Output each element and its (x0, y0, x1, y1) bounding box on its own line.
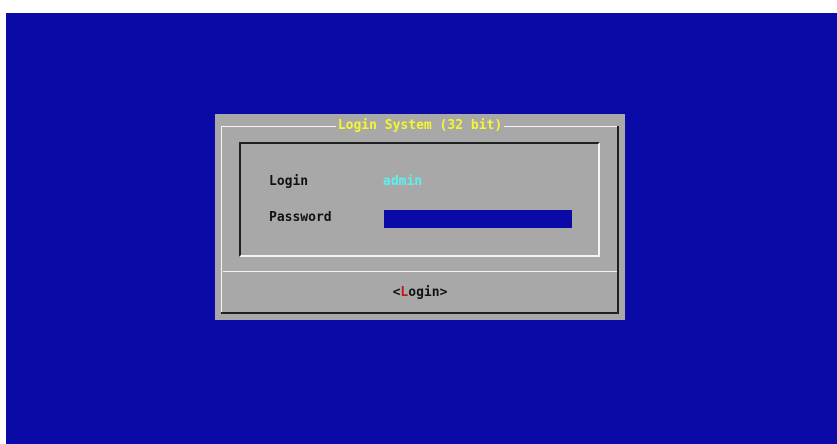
login-button-close-bracket: > (439, 285, 448, 300)
button-separator (223, 271, 617, 272)
login-form: Login admin Password (239, 142, 600, 257)
password-field[interactable] (384, 210, 572, 228)
login-button-label: ogin (408, 285, 440, 300)
password-label: Password (269, 210, 332, 225)
login-dialog: Login System (32 bit) Login admin Passwo… (215, 114, 625, 320)
console-screen: Login System (32 bit) Login admin Passwo… (6, 13, 837, 444)
dialog-bottom-border (221, 312, 619, 314)
login-button[interactable]: <Login> (215, 285, 625, 301)
dialog-title: Login System (32 bit) (335, 118, 505, 133)
login-field[interactable]: admin (383, 174, 422, 190)
login-label: Login (269, 174, 309, 189)
dialog-title-bar: Login System (32 bit) (215, 118, 625, 134)
